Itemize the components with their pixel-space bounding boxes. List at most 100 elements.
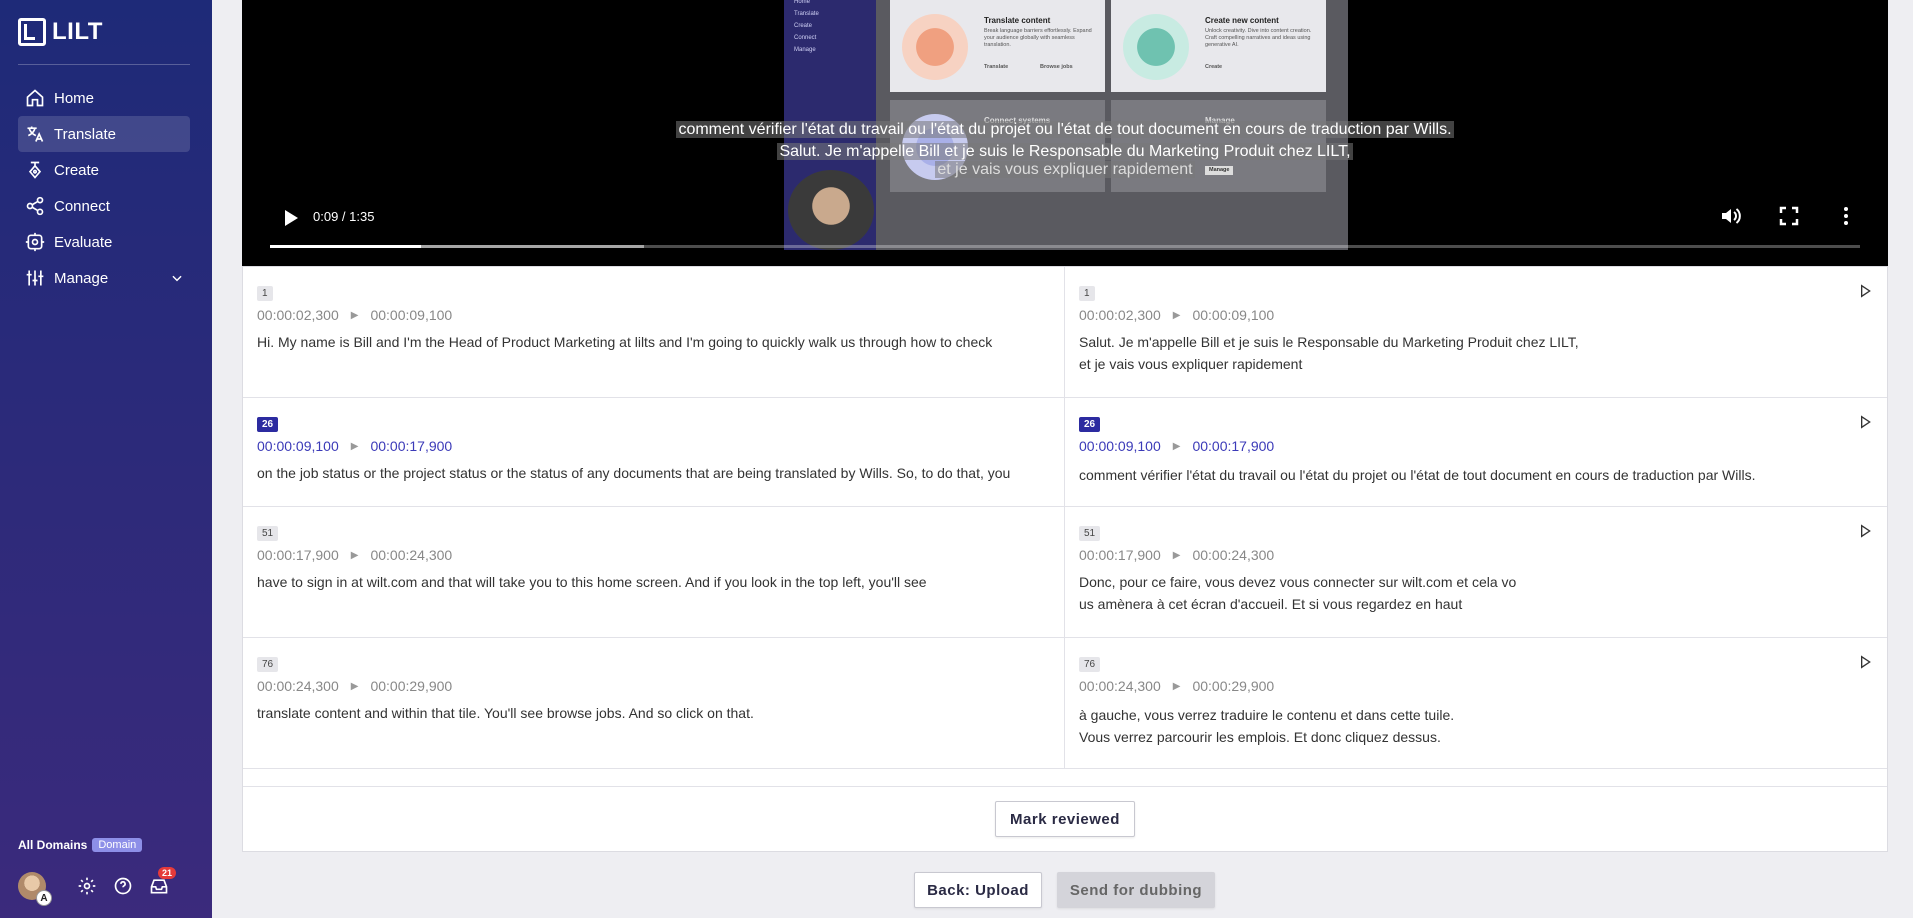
target-text[interactable]: comment vérifier l'état du travail ou l'… [1079, 464, 1873, 486]
start-time: 00:00:09,100 [1079, 438, 1161, 454]
source-line: have to sign in at wilt.com and that wil… [257, 574, 927, 590]
segment-row[interactable]: 1 00:00:02,300 ▶ 00:00:09,100 Hi. My nam… [243, 267, 1887, 398]
thumb-side-item: Translate [794, 11, 819, 17]
sidebar-item-label: Translate [54, 125, 116, 143]
target-cell[interactable]: 51 00:00:17,900 ▶ 00:00:24,300 Donc, pou… [1065, 507, 1887, 637]
play-icon[interactable] [278, 206, 302, 235]
thumb-side-item: Connect [794, 35, 817, 41]
play-icon[interactable] [1857, 283, 1873, 299]
source-text[interactable]: translate content and within that tile. … [257, 702, 1050, 724]
start-time: 00:00:02,300 [257, 307, 339, 323]
target-cell[interactable]: 76 00:00:24,300 ▶ 00:00:29,900 à gauche,… [1065, 638, 1887, 768]
help-icon[interactable] [112, 875, 134, 897]
arrow-right-icon: ▶ [1172, 680, 1181, 692]
inbox-icon[interactable]: 21 [148, 867, 176, 897]
subtitle-line: comment vérifier l'état du travail ou l'… [242, 121, 1888, 139]
end-time: 00:00:24,300 [1192, 547, 1275, 563]
thumb-tile-title: Translate content [984, 16, 1051, 25]
video-time: 0:09 / 1:35 [313, 209, 375, 224]
subtitle-line: et je vais vous expliquer rapidement [242, 161, 1888, 179]
sidebar-item-label: Create [54, 161, 100, 179]
sidebar-nav: Home Translate Create Connect Evaluate M… [18, 80, 190, 296]
avatar[interactable]: A [18, 872, 52, 906]
thumb-tile-title: Create new content [1205, 16, 1279, 25]
arrow-right-icon: ▶ [350, 680, 359, 692]
notification-count: 21 [157, 867, 176, 879]
segment-times: 00:00:17,900 ▶ 00:00:24,300 [1079, 547, 1873, 563]
domain-selector[interactable]: All Domains Domain [18, 838, 143, 852]
source-line: on the job status or the project status … [257, 465, 1011, 481]
source-cell[interactable]: 51 00:00:17,900 ▶ 00:00:24,300 have to s… [243, 507, 1065, 637]
target-line: Salut. Je m'appelle Bill et je suis le R… [1079, 334, 1579, 350]
lilt-logo[interactable]: LILT [18, 18, 103, 46]
source-text[interactable]: Hi. My name is Bill and I'm the Head of … [257, 331, 1050, 353]
segment-number: 51 [257, 526, 279, 541]
thumb-tile: Create new content Unlock creativity. Di… [1111, 0, 1326, 92]
share-icon [24, 195, 46, 217]
segment-row[interactable]: 76 00:00:24,300 ▶ 00:00:29,900 translate… [243, 638, 1887, 769]
avatar-initial: A [36, 890, 52, 906]
target-text[interactable]: à gauche, vous verrez traduire le conten… [1079, 704, 1873, 748]
fullscreen-icon[interactable] [1777, 204, 1801, 233]
segment-number: 51 [1079, 526, 1101, 541]
sidebar-item-manage[interactable]: Manage [18, 260, 190, 296]
sidebar-divider [18, 64, 190, 65]
presenter-camera [788, 170, 874, 250]
thumb-side-item: Home [794, 0, 811, 5]
segment-number: 76 [1079, 657, 1101, 672]
segment-number: 26 [257, 417, 279, 432]
translate-icon [24, 123, 46, 145]
source-text[interactable]: on the job status or the project status … [257, 462, 1050, 484]
thumb-tile-desc: Break language barriers effortlessly. Ex… [984, 28, 1092, 48]
play-icon[interactable] [1857, 414, 1873, 430]
target-cell[interactable]: 26 00:00:09,100 ▶ 00:00:17,900 comment v… [1065, 398, 1887, 506]
thumb-tile-desc: Unlock creativity. Dive into content cre… [1205, 28, 1312, 48]
sidebar-item-evaluate[interactable]: Evaluate [18, 224, 190, 260]
logo-mark-icon [18, 18, 46, 46]
thumb-tile: Translate content Break language barrier… [890, 0, 1105, 92]
thumb-tile-btn: Create [1205, 64, 1223, 70]
mark-reviewed-button[interactable]: Mark reviewed [995, 801, 1135, 837]
thumb-side-item: Create [794, 23, 813, 29]
segment-row[interactable]: 26 00:00:09,100 ▶ 00:00:17,900 on the jo… [243, 398, 1887, 507]
home-icon [24, 87, 46, 109]
target-text[interactable]: Salut. Je m'appelle Bill et je suis le R… [1079, 331, 1873, 375]
evaluate-icon [24, 231, 46, 253]
sidebar-item-home[interactable]: Home [18, 80, 190, 116]
end-time: 00:00:29,900 [370, 678, 453, 694]
source-cell[interactable]: 1 00:00:02,300 ▶ 00:00:09,100 Hi. My nam… [243, 267, 1065, 397]
end-time: 00:00:17,900 [1192, 438, 1275, 454]
sidebar: LILT Home Translate Create Connect Evalu… [0, 0, 212, 918]
subtitle-text: et je vais vous expliquer rapidement [935, 161, 1195, 178]
source-cell[interactable]: 76 00:00:24,300 ▶ 00:00:29,900 translate… [243, 638, 1065, 768]
subtitle-line: Salut. Je m'appelle Bill et je suis le R… [242, 143, 1888, 161]
subtitle-text: Salut. Je m'appelle Bill et je suis le R… [777, 143, 1353, 160]
target-text[interactable]: Donc, pour ce faire, vous devez vous con… [1079, 571, 1873, 615]
gear-icon[interactable] [76, 875, 98, 897]
segment-row[interactable]: 51 00:00:17,900 ▶ 00:00:24,300 have to s… [243, 507, 1887, 638]
video-progress-bar[interactable] [270, 245, 1860, 248]
segment-times: 00:00:09,100 ▶ 00:00:17,900 [1079, 438, 1873, 454]
send-for-dubbing-button[interactable]: Send for dubbing [1057, 872, 1215, 908]
start-time: 00:00:02,300 [1079, 307, 1161, 323]
segment-number: 76 [257, 657, 279, 672]
segments-panel: 1 00:00:02,300 ▶ 00:00:09,100 Hi. My nam… [242, 266, 1888, 852]
start-time: 00:00:24,300 [257, 678, 339, 694]
more-vertical-icon[interactable] [1834, 204, 1858, 233]
play-icon[interactable] [1857, 523, 1873, 539]
sidebar-item-create[interactable]: Create [18, 152, 190, 188]
volume-icon[interactable] [1719, 204, 1743, 233]
video-player[interactable]: Home Translate Create Connect Manage Tra… [242, 0, 1888, 266]
back-upload-button[interactable]: Back: Upload [914, 872, 1042, 908]
source-text[interactable]: have to sign in at wilt.com and that wil… [257, 571, 1050, 593]
source-cell[interactable]: 26 00:00:09,100 ▶ 00:00:17,900 on the jo… [243, 398, 1065, 506]
play-icon[interactable] [1857, 654, 1873, 670]
subtitle-text: comment vérifier l'état du travail ou l'… [676, 121, 1454, 138]
target-line: Donc, pour ce faire, vous devez vous con… [1079, 574, 1517, 590]
panel-footer: Mark reviewed [243, 786, 1887, 852]
sidebar-item-connect[interactable]: Connect [18, 188, 190, 224]
sidebar-item-translate[interactable]: Translate [18, 116, 190, 152]
arrow-right-icon: ▶ [1172, 549, 1181, 561]
target-cell[interactable]: 1 00:00:02,300 ▶ 00:00:09,100 Salut. Je … [1065, 267, 1887, 397]
start-time: 00:00:17,900 [257, 547, 339, 563]
